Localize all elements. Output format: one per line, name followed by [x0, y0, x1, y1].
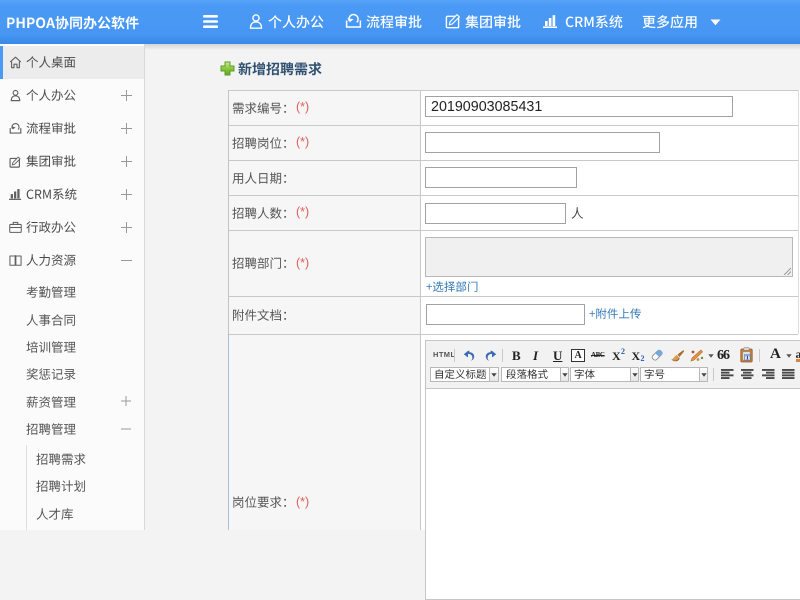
svg-text:T: T	[745, 354, 750, 361]
